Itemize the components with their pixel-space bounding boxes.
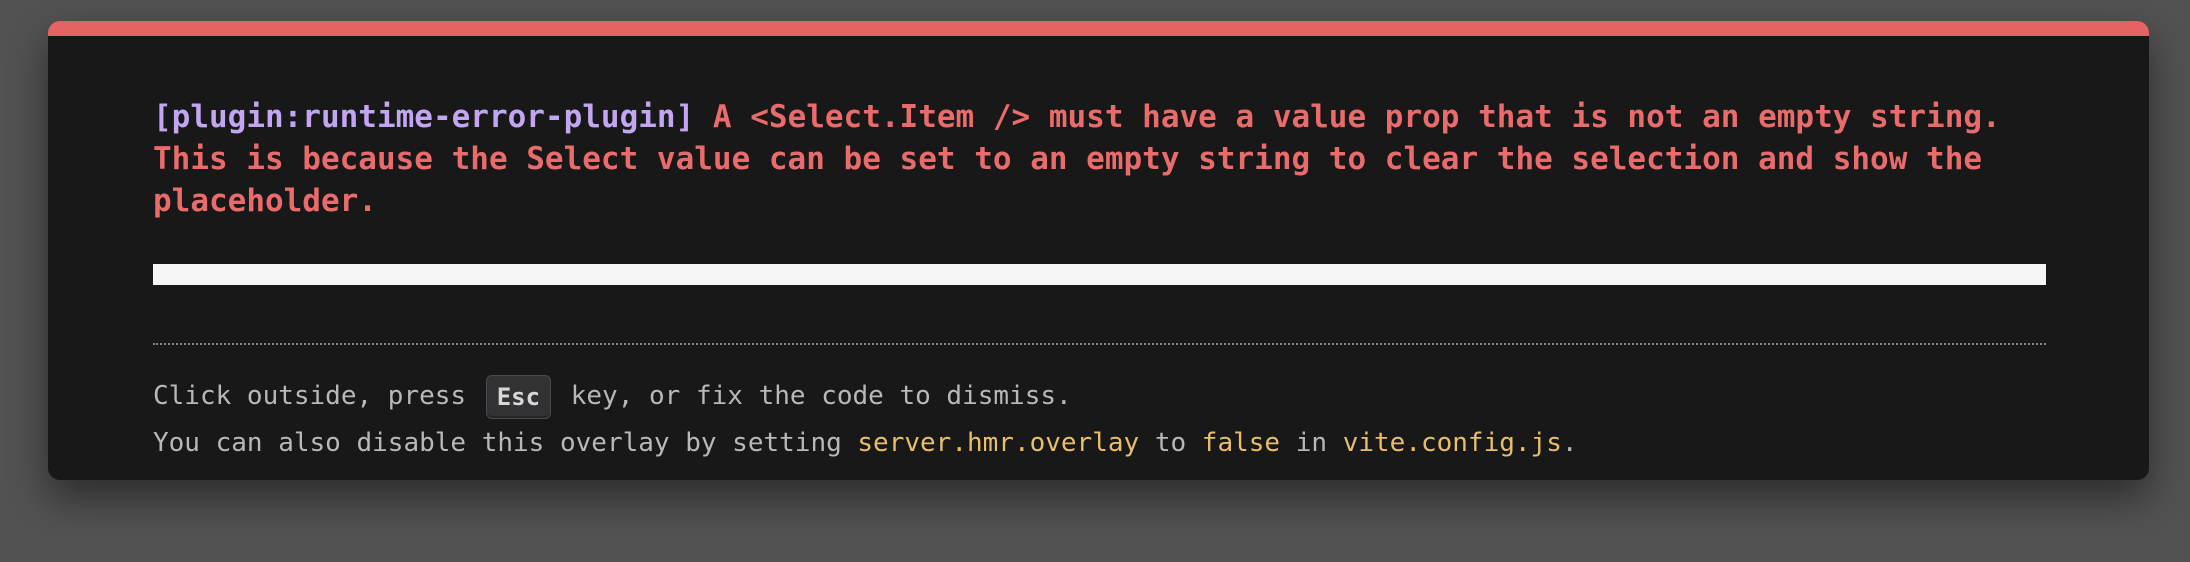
tip-text: to bbox=[1139, 428, 1202, 458]
error-overlay-window: [plugin:runtime-error-plugin] A <Select.… bbox=[48, 21, 2149, 480]
tip-text: Click outside, press bbox=[153, 381, 482, 411]
tip-text: You can also disable this overlay by set… bbox=[153, 428, 858, 458]
error-overlay-content: [plugin:runtime-error-plugin] A <Select.… bbox=[153, 96, 2046, 467]
tip-text: . bbox=[1561, 428, 1578, 458]
tip-line-2: You can also disable this overlay by set… bbox=[153, 420, 2046, 467]
error-message: [plugin:runtime-error-plugin] A <Select.… bbox=[153, 96, 2046, 222]
dismiss-tip: Click outside, press Esc key, or fix the… bbox=[153, 373, 2046, 467]
config-file: vite.config.js bbox=[1342, 428, 1562, 458]
config-value: false bbox=[1201, 428, 1281, 458]
tip-line-1: Click outside, press Esc key, or fix the… bbox=[153, 373, 2046, 420]
config-option: server.hmr.overlay bbox=[857, 428, 1140, 458]
tip-text: key, or fix the code to dismiss. bbox=[555, 381, 1072, 411]
esc-key: Esc bbox=[485, 374, 552, 419]
divider bbox=[153, 343, 2046, 345]
tip-text: in bbox=[1280, 428, 1343, 458]
stack-trace bbox=[153, 264, 2046, 285]
plugin-tag: [plugin:runtime-error-plugin] bbox=[153, 99, 695, 135]
